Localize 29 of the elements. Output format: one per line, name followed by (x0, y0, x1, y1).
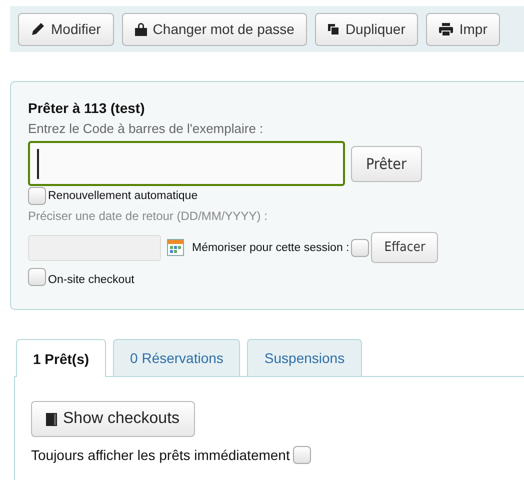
toolbar-button[interactable]: Changer mot de passe (122, 12, 308, 46)
book-icon (46, 412, 57, 426)
toolbar-button[interactable]: Modifier (18, 12, 114, 46)
barcode-field[interactable] (28, 141, 345, 186)
date-field[interactable] (28, 234, 161, 260)
toolbar-button[interactable]: Dupliquer (315, 12, 418, 46)
toolbar-button[interactable]: Impr (426, 12, 500, 46)
checkbox-label: On-site checkout (48, 274, 134, 286)
copy-icon (328, 24, 340, 34)
checkbox[interactable] (292, 446, 311, 464)
checkbox[interactable] (28, 268, 46, 286)
clear-button[interactable]: Effacer (371, 232, 438, 263)
show-checkouts-button[interactable]: Show checkouts (31, 401, 195, 437)
lock-icon (134, 22, 147, 36)
calendar-icon[interactable] (167, 239, 184, 256)
checkbox-label: Toujours afficher les prêts immédiatement (31, 447, 290, 463)
tab[interactable]: Suspensions (247, 339, 362, 376)
checkbox-label: Renouvellement automatique (48, 190, 198, 202)
tab[interactable]: 0 Réservations (113, 339, 240, 376)
panel-title: Prêter à 113 (test) (28, 100, 146, 116)
pencil-icon (31, 22, 45, 36)
checkbox-label: Mémoriser pour cette session : (192, 242, 350, 254)
checkbox[interactable] (28, 187, 46, 205)
checkbox[interactable] (351, 238, 370, 256)
field-label: Entrez le Code à barres de l'exemplaire : (28, 121, 264, 136)
tab[interactable]: 1 Prêt(s) (16, 339, 106, 377)
field-label: Préciser une date de retour (DD/MM/YYYY) : (28, 209, 268, 224)
checkout-button[interactable]: Prêter (351, 146, 422, 182)
printer-icon (439, 22, 454, 36)
